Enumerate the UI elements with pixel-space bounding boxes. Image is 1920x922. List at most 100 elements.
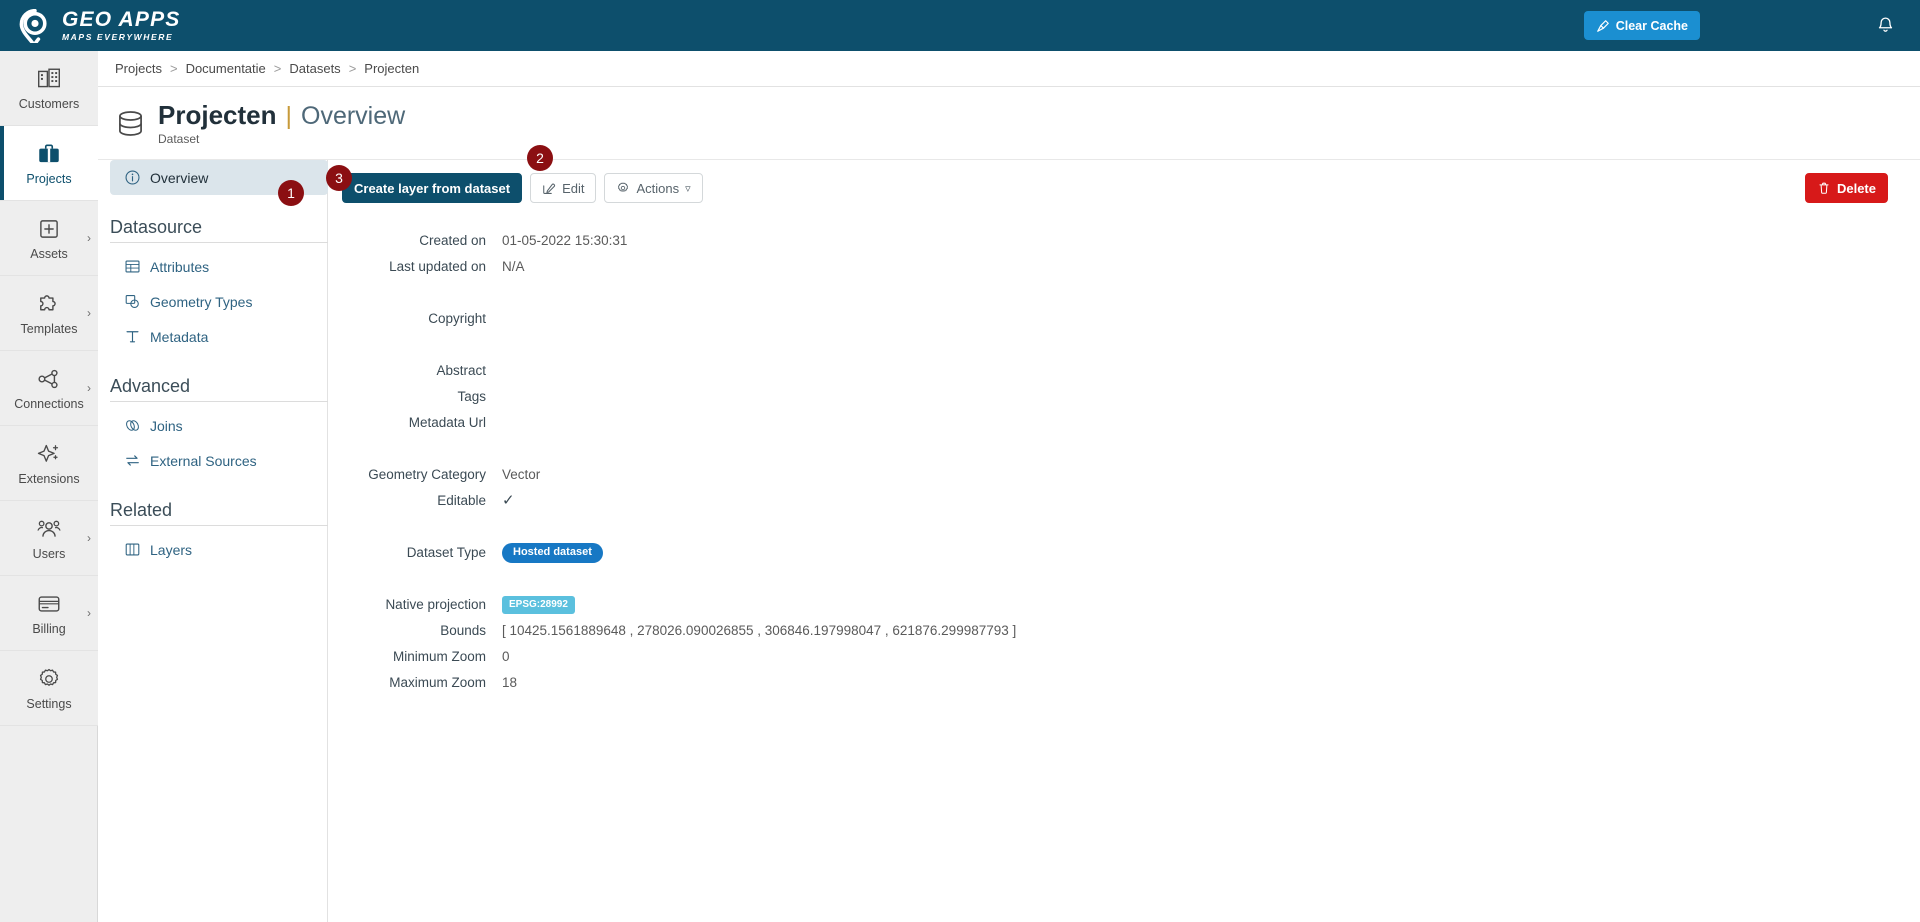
sidebar-label: Extensions [18,471,80,486]
database-cylinder-icon [119,110,142,136]
detail-label: Abstract [436,363,486,378]
pencil-square-icon [543,183,556,194]
sidebar-item-users[interactable]: Users › [0,501,98,576]
subnav-item-metadata[interactable]: Metadata [110,319,328,354]
subnav-item-external-sources[interactable]: External Sources [110,443,328,478]
subnav-rule [110,525,328,526]
subnav-rule [110,242,328,243]
sidebar-label: Projects [26,171,72,186]
dataset-subnav: Overview Datasource Attributes Geometry … [110,160,328,567]
link-chain-icon [126,420,139,431]
detail-row-editable: Editable ✓ [342,488,1542,514]
breadcrumb-item-datasets[interactable]: Datasets [289,61,340,76]
exchange-arrows-icon [126,455,139,466]
title-divider: | [285,102,293,130]
plus-square-icon [40,219,58,238]
chevron-right-icon: › [87,381,91,395]
detail-value: EPSG:28992 [502,592,575,618]
gear-icon [618,182,629,192]
top-bar-right: Clear Cache [1583,0,1920,51]
map-pin-icon [19,8,47,43]
subnav-label: Geometry Types [150,293,253,310]
detail-label: Native projection [385,597,486,612]
chevron-right-icon: › [87,231,91,245]
dataset-toolbar: Create layer from dataset Edit Actions ▿… [342,168,1904,208]
sidebar-item-projects[interactable]: Projects [0,126,98,201]
subnav-item-geometry-types[interactable]: Geometry Types [110,284,328,319]
delete-label: Delete [1836,180,1876,196]
clear-cache-label: Clear Cache [1615,18,1688,33]
detail-label: Editable [437,493,486,508]
edit-label: Edit [562,180,585,196]
subnav-heading-related: Related [110,500,173,520]
shapes-icon [125,295,139,308]
sidebar-item-templates[interactable]: Templates › [0,276,98,351]
breadcrumb-item-projects[interactable]: Projects [115,61,162,76]
detail-value: [ 10425.1561889648 , 278026.090026855 , … [502,623,1017,638]
detail-spacer [342,332,1542,358]
breadcrumb-separator: > [273,61,282,76]
primary-sidebar: Customers Projects Assets › Templates › [0,51,98,922]
subnav-label: Layers [150,541,193,558]
sparkle-plus-icon [37,444,59,462]
detail-value: Hosted dataset [502,540,603,566]
dataset-details: Created on 01-05-2022 15:30:31 Last upda… [342,228,1542,696]
detail-row-maximum-zoom: Maximum Zoom 18 [342,670,1542,696]
detail-value: 18 [502,675,518,690]
detail-row-created-on: Created on 01-05-2022 15:30:31 [342,228,1542,254]
app-logo[interactable]: GEO APPS MAPS EVERYWHERE [18,8,181,43]
create-layer-from-dataset-button[interactable]: Create layer from dataset [342,173,523,203]
sidebar-label: Settings [26,696,72,711]
detail-label: Created on [419,233,486,248]
detail-label: Minimum Zoom [392,649,486,664]
detail-label: Metadata Url [408,415,486,430]
subnav-item-joins[interactable]: Joins [110,408,328,443]
sidebar-label: Customers [18,96,80,111]
breadcrumb-separator: > [348,61,357,76]
chevron-right-icon: › [87,531,91,545]
page-header: Projecten | Overview Dataset [98,87,1920,160]
detail-value: N/A [502,259,525,274]
page-subtitle: Dataset [158,132,200,146]
subnav-heading-datasource: Datasource [110,217,203,237]
broom-icon [1596,19,1609,32]
actions-label: Actions [636,180,680,196]
text-t-icon [126,331,139,343]
sidebar-item-customers[interactable]: Customers [0,51,98,126]
gear-icon [39,668,59,686]
delete-button[interactable]: Delete [1804,173,1888,203]
sidebar-item-extensions[interactable]: Extensions [0,426,98,501]
clear-cache-button[interactable]: Clear Cache [1583,11,1700,40]
sidebar-label: Templates [20,321,78,336]
sidebar-item-billing[interactable]: Billing › [0,576,98,651]
subnav-item-layers[interactable]: Layers [110,532,328,567]
page-title-block: Projecten | Overview Dataset [158,100,405,146]
detail-row-copyright: Copyright [342,306,1542,332]
notifications-button[interactable] [1850,0,1920,51]
breadcrumb-separator: > [169,61,178,76]
chevron-right-icon: › [87,306,91,320]
sidebar-item-settings[interactable]: Settings [0,651,98,726]
sidebar-item-assets[interactable]: Assets › [0,201,98,276]
epsg-badge: EPSG:28992 [502,596,575,614]
logo-tagline: MAPS EVERYWHERE [62,32,174,43]
sidebar-item-connections[interactable]: Connections › [0,351,98,426]
users-group-icon [37,520,61,537]
chevron-down-icon: ▿ [685,182,691,195]
nodes-graph-icon [38,369,58,388]
detail-row-dataset-type: Dataset Type Hosted dataset [342,540,1542,566]
subnav-heading-advanced: Advanced [110,376,191,396]
subnav-item-attributes[interactable]: Attributes [110,249,328,284]
detail-label: Geometry Category [368,467,486,482]
detail-label: Copyright [428,311,486,326]
page-title: Projecten [158,100,277,130]
actions-dropdown-button[interactable]: Actions ▿ [604,173,703,203]
detail-row-bounds: Bounds [ 10425.1561889648 , 278026.09002… [342,618,1542,644]
briefcase-icon [39,144,59,162]
dataset-type-badge: Hosted dataset [502,543,603,563]
edit-button[interactable]: Edit [530,173,597,203]
sidebar-label: Connections [14,396,84,411]
trash-icon [1819,182,1829,194]
step-badge-3: 3 [326,165,352,191]
breadcrumb-item-documentatie[interactable]: Documentatie [186,61,266,76]
